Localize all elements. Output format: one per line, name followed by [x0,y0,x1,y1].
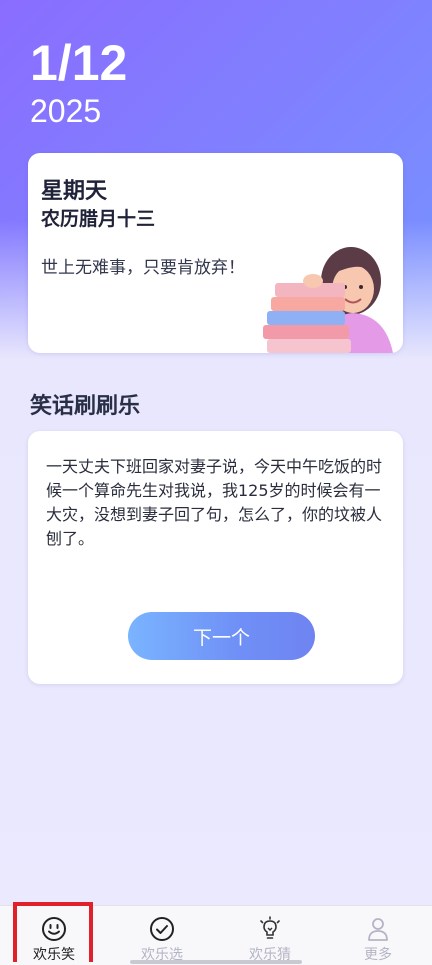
girl-with-books-illustration [263,247,393,353]
lightbulb-icon [260,916,280,939]
active-tab-highlight-box [13,902,93,962]
tab-more[interactable]: 更多 [324,906,432,965]
date-year: 2025 [30,93,102,129]
tab-label: 更多 [364,947,392,963]
weekday: 星期天 [41,179,108,204]
joke-card: 一天丈夫下班回家对妻子说，今天中午吃饭的时候一个算命先生对我说，我125岁的时候… [28,431,403,684]
lunar-date: 农历腊月十三 [41,208,156,230]
tab-huanlecai[interactable]: 欢乐猜 [216,906,324,965]
home-indicator-bar [130,960,302,964]
joke-section-title: 笑话刷刷乐 [30,394,141,419]
check-circle-icon [150,917,174,941]
joke-text: 一天丈夫下班回家对妻子说，今天中午吃饭的时候一个算命先生对我说，我125岁的时候… [46,457,383,548]
user-icon [368,918,388,941]
day-card: 星期天 农历腊月十三 世上无难事，只要肯放弃！ [28,153,403,353]
daily-quote: 世上无难事，只要肯放弃！ [41,258,245,278]
next-joke-button[interactable]: 下一个 [128,612,315,660]
tab-huanlexuan[interactable]: 欢乐选 [108,906,216,965]
date-day: 1/12 [30,35,128,91]
